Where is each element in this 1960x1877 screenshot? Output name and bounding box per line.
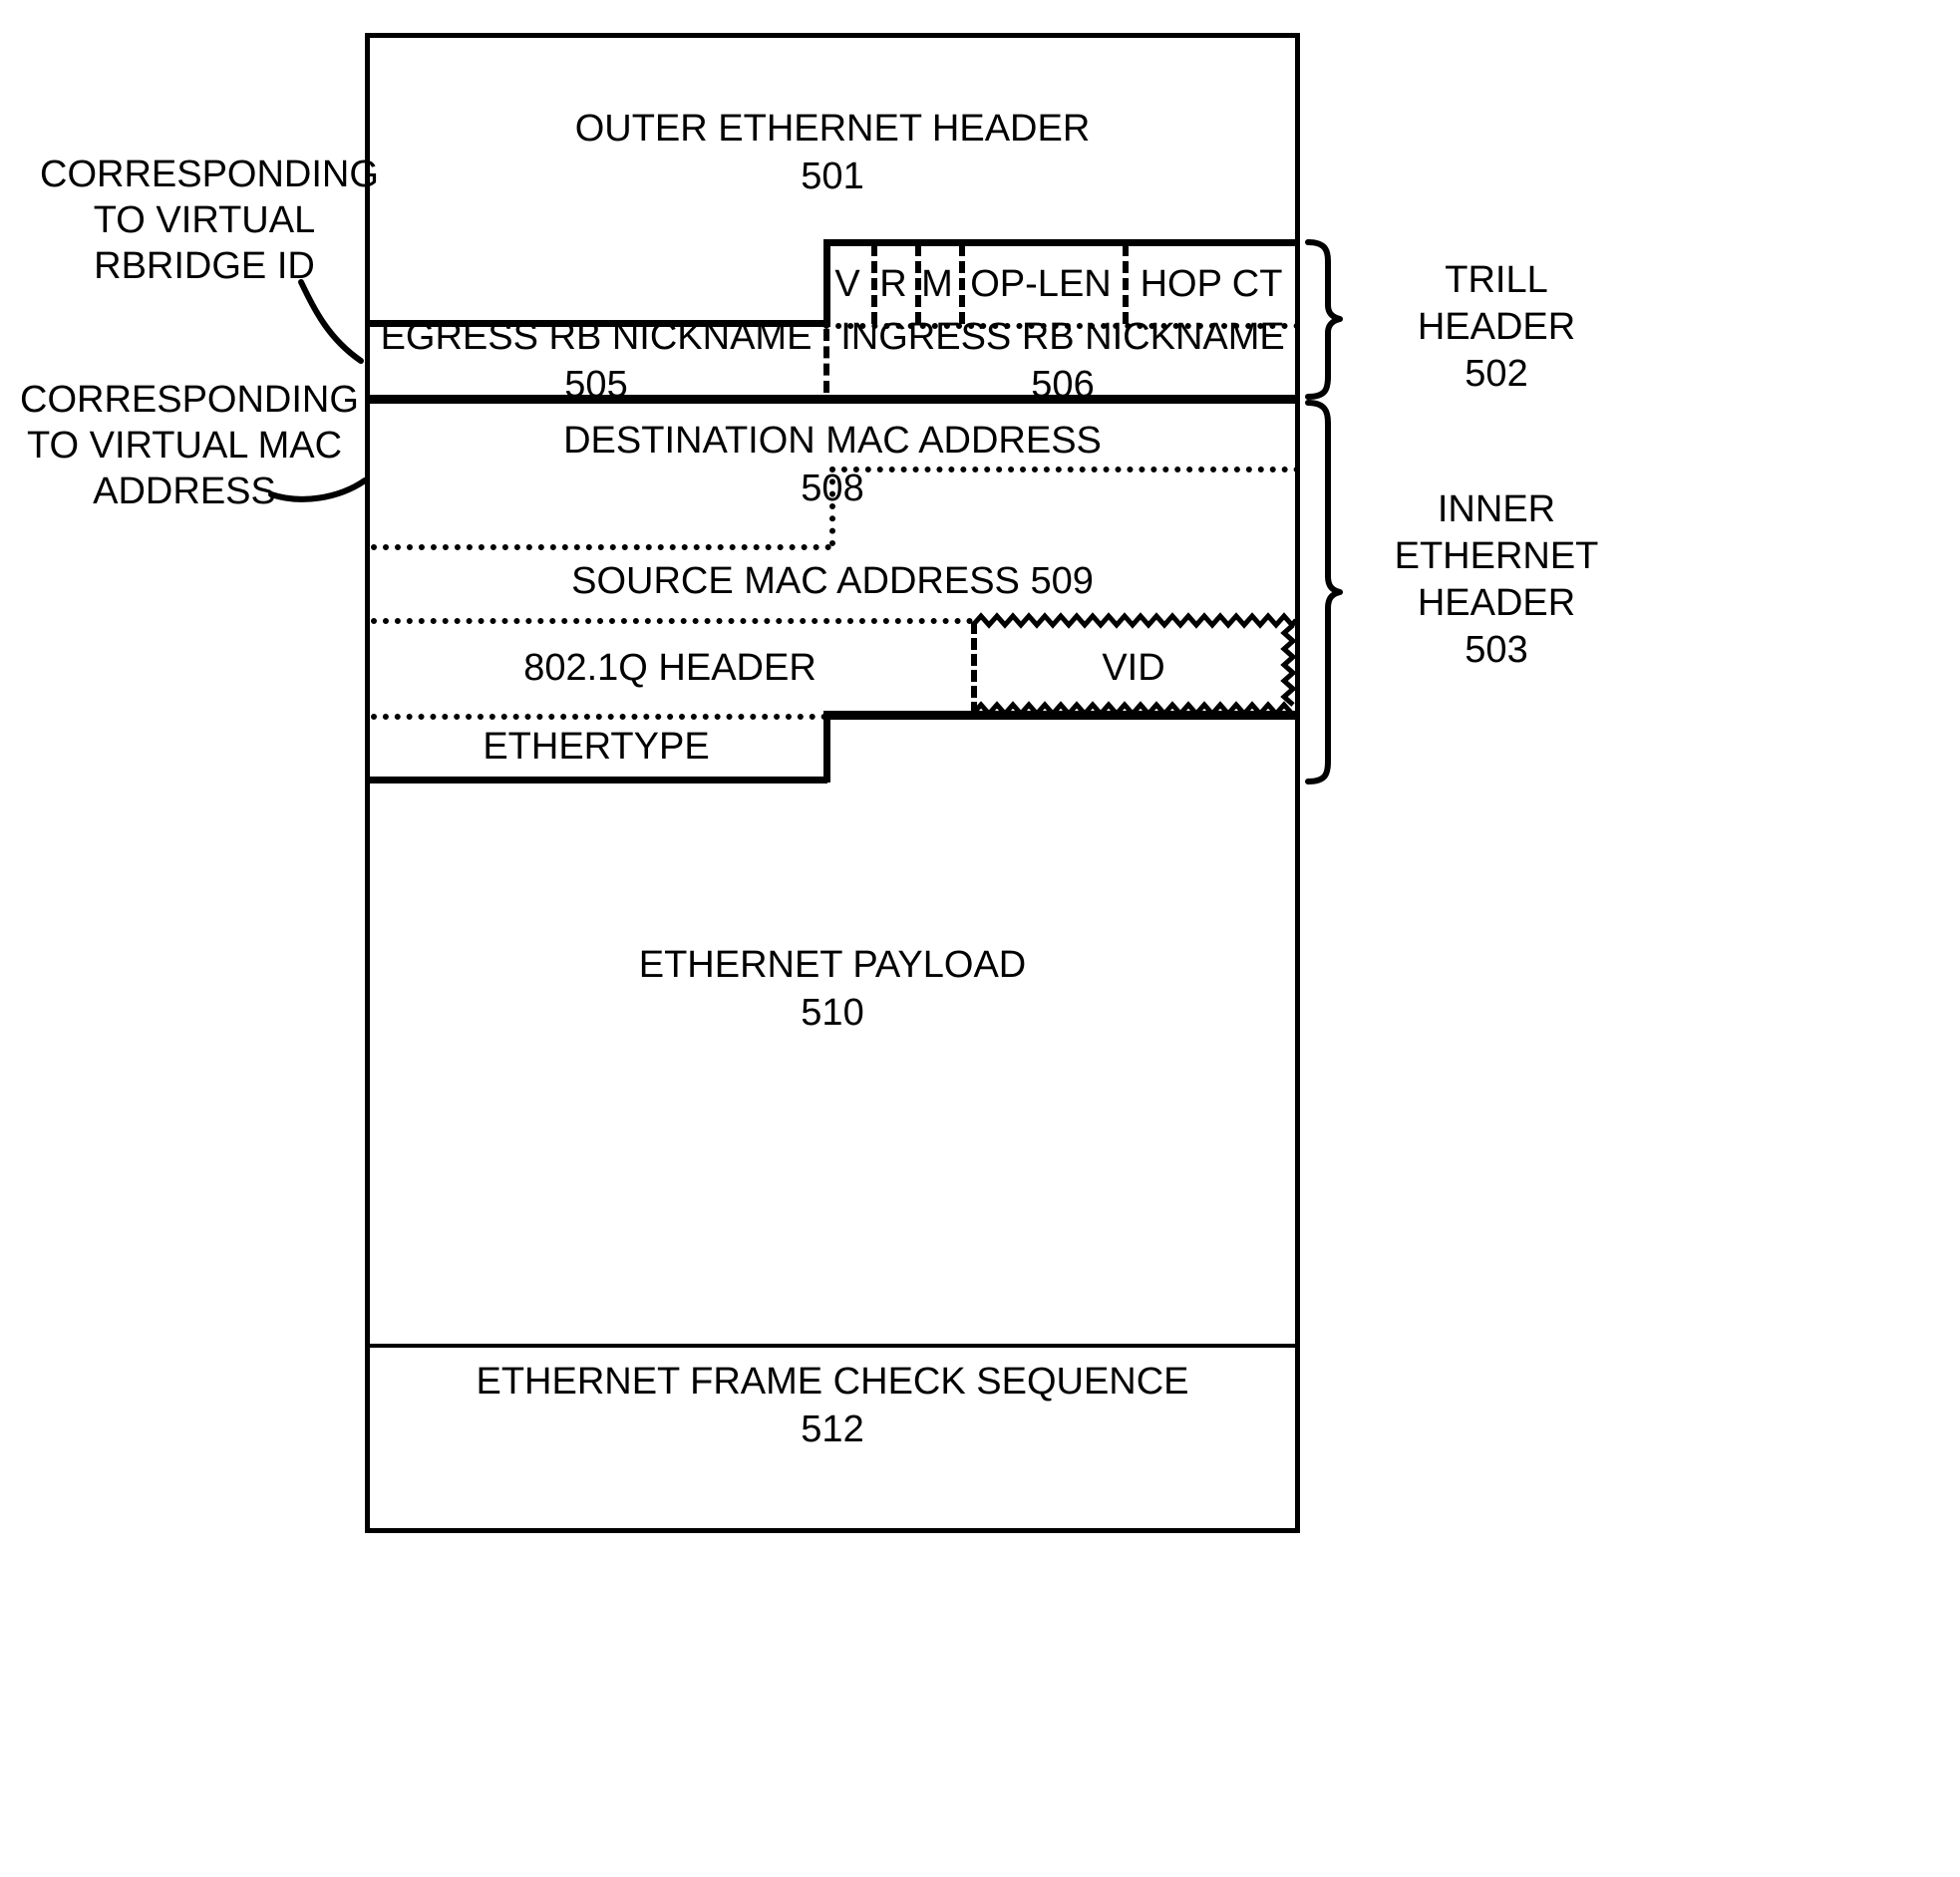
trill-flag-v: V [834, 263, 860, 305]
inner-ethernet-header-brace [1305, 400, 1343, 784]
outer-ethernet-header-ref: 501 [801, 156, 864, 197]
fcs-top-border [365, 1344, 1300, 1348]
trill-hop-ct: HOP CT [1140, 263, 1283, 305]
ethertype-label: ETHERTYPE [483, 726, 710, 768]
leader-line-rbridge-id [298, 279, 364, 364]
ethernet-fcs-ref: 512 [801, 1408, 864, 1450]
trill-header-brace [1305, 239, 1343, 400]
ethernet-fcs-name: ETHERNET FRAME CHECK SEQUENCE [476, 1361, 1189, 1403]
ethernet-payload-name: ETHERNET PAYLOAD [638, 944, 1027, 986]
outer-ethernet-header-label: OUTER ETHERNET HEADER 501 [365, 105, 1300, 200]
ethertype-bottom-border [365, 777, 827, 783]
trill-op-len: OP-LEN [970, 263, 1112, 305]
ethernet-fcs-label: ETHERNET FRAME CHECK SEQUENCE 512 [365, 1358, 1300, 1453]
outer-ethernet-header-name: OUTER ETHERNET HEADER [574, 108, 1091, 150]
dest-mac-step-riser [829, 467, 835, 546]
ingress-rb-nickname: INGRESS RB NICKNAME 506 [840, 316, 1285, 406]
inner-ethernet-header-right-label: INNER ETHERNET HEADER 503 [1394, 488, 1599, 671]
dot1q-header-label: 802.1Q HEADER [523, 647, 817, 689]
ethertype-right-border [823, 711, 830, 782]
figure-canvas: OUTER ETHERNET HEADER 501 V R M OP-LEN H… [0, 0, 1960, 1877]
vid-label: VID [1102, 647, 1165, 689]
trill-header-bottom-border [365, 395, 1300, 404]
dest-mac-upper-step [829, 467, 1300, 472]
annotation-virtual-mac-address: CORRESPONDING TO VIRTUAL MAC ADDRESS [20, 379, 359, 512]
trill-header-right-label: TRILL HEADER 502 [1417, 259, 1576, 395]
egress-rb-nickname: EGRESS RB NICKNAME 505 [380, 316, 813, 406]
destination-mac-address-name: DESTINATION MAC ADDRESS [563, 420, 1102, 462]
source-mac-address-label: SOURCE MAC ADDRESS 509 [571, 560, 1094, 602]
trill-flag-m: M [921, 263, 953, 305]
trill-flag-r: R [879, 263, 907, 305]
annotation-virtual-rbridge-id: CORRESPONDING TO VIRTUAL RBRIDGE ID [40, 154, 379, 287]
ethernet-payload-label: ETHERNET PAYLOAD 510 [365, 941, 1300, 1037]
ethernet-payload-ref: 510 [801, 992, 864, 1034]
vid-bottom-border [823, 711, 1300, 720]
